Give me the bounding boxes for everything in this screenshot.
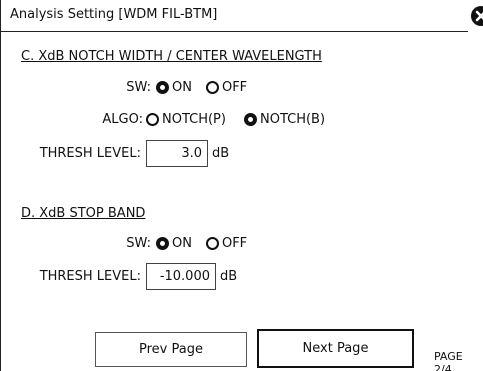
radio-unselected-icon (205, 237, 219, 250)
title-bar: Analysis Setting [WDM FIL-BTM] (1, 0, 468, 32)
radio-label: OFF (221, 236, 248, 251)
section-c-heading: C. XdB NOTCH WIDTH / CENTER WAVELENGTH (21, 49, 322, 64)
section-d-thresh-label: THRESH LEVEL: (39, 269, 141, 284)
page-indicator: PAGE 2/4 (434, 350, 463, 371)
section-d-thresh-unit: dB (220, 269, 238, 284)
section-c-algo-notchb-radio[interactable]: NOTCH(B) (243, 112, 326, 127)
section-d-sw-on-radio[interactable]: ON (156, 236, 192, 251)
section-c-algo-label: ALGO: (102, 112, 143, 127)
section-c-sw-on-radio[interactable]: ON (156, 80, 192, 95)
radio-label: ON (172, 80, 192, 95)
radio-selected-icon (156, 81, 169, 94)
analysis-setting-dialog: Analysis Setting [WDM FIL-BTM] C. XdB NO… (0, 0, 483, 371)
prev-page-button[interactable]: Prev Page (95, 332, 247, 367)
window-title: Analysis Setting [WDM FIL-BTM] (10, 7, 218, 22)
section-c-algo-notchp-radio[interactable]: NOTCH(P) (146, 112, 226, 127)
section-d-thresh-input[interactable]: -10.000 (146, 263, 216, 290)
radio-label: ON (172, 236, 192, 251)
section-d-heading: D. XdB STOP BAND (21, 206, 146, 221)
section-c-thresh-input[interactable]: 3.0 (146, 140, 208, 167)
radio-selected-icon (156, 237, 169, 250)
radio-selected-icon (243, 113, 257, 126)
radio-label: OFF (221, 80, 248, 95)
close-icon (475, 10, 483, 22)
radio-unselected-icon (205, 81, 219, 94)
section-c-sw-off-radio[interactable]: OFF (205, 80, 248, 95)
section-c-sw-group: ON OFF (156, 80, 261, 95)
section-d-sw-group: ON OFF (156, 236, 261, 251)
section-c-algo-group: NOTCH(P) NOTCH(B) (146, 112, 339, 127)
section-d-sw-label: SW: (126, 236, 151, 251)
section-c-thresh-label: THRESH LEVEL: (39, 146, 141, 161)
section-c-sw-label: SW: (126, 80, 151, 95)
radio-label: NOTCH(B) (259, 112, 326, 127)
section-d-sw-off-radio[interactable]: OFF (205, 236, 248, 251)
section-c-thresh-unit: dB (212, 146, 230, 161)
radio-label: NOTCH(P) (162, 112, 226, 127)
radio-unselected-icon (146, 113, 159, 126)
next-page-button[interactable]: Next Page (257, 329, 414, 368)
close-button[interactable] (471, 6, 483, 26)
